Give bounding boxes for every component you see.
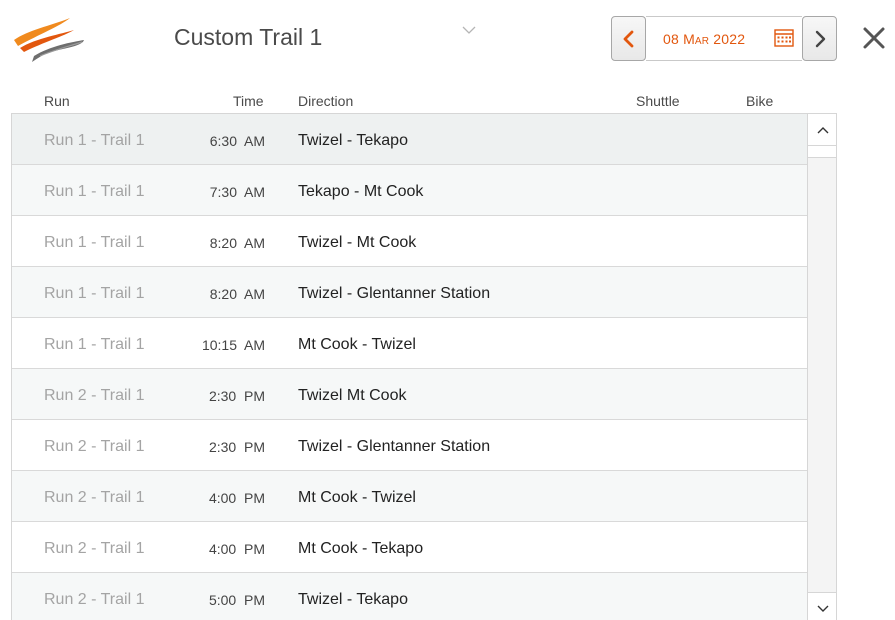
time-cell: 2:30 PM — [208, 388, 265, 404]
time-cell: 8:20 AM — [209, 286, 265, 302]
close-icon[interactable] — [862, 26, 886, 50]
run-cell: Run 1 - Trail 1 — [44, 285, 145, 302]
direction-cell: Twizel - Tekapo — [298, 132, 408, 149]
direction-cell: Twizel - Glentanner Station — [298, 438, 491, 455]
direction-cell: Twizel - Mt Cook — [298, 234, 417, 251]
table-row[interactable]: Run 1 - Trail 1 8:20 AM Twizel - Glentanne… — [12, 267, 807, 318]
direction-cell: Tekapo - Mt Cook — [298, 183, 424, 200]
column-header-shuttle[interactable]: Shuttle — [636, 93, 680, 109]
time-cell: 4:00 PM — [208, 541, 265, 557]
chevron-down-icon — [817, 605, 828, 612]
direction-cell: Twizel - Glentanner Station — [298, 285, 491, 302]
table-row[interactable]: Run 2 - Trail 1 4:00 PM Mt Cook - Tekapo — [12, 522, 807, 573]
calendar-icon[interactable] — [774, 29, 794, 47]
run-cell: Run 1 - Trail 1 — [44, 132, 145, 149]
column-header-run[interactable]: Run — [44, 93, 70, 109]
vertical-scrollbar[interactable] — [807, 114, 836, 620]
swoosh-logo — [14, 18, 84, 62]
scroll-down-button[interactable] — [808, 592, 836, 620]
time-cell: 2:30 PM — [208, 439, 265, 455]
table-row[interactable]: Run 2 - Trail 1 5:00 PM Twizel - Tekapo — [12, 573, 807, 620]
run-cell: Run 1 - Trail 1 — [44, 183, 145, 200]
direction-cell: Twizel Mt Cook — [298, 387, 407, 404]
table-row[interactable]: Run 1 - Trail 1 8:20 AM Twizel - Mt Cook — [12, 216, 807, 267]
date-value: 08 Mar 2022 — [663, 31, 746, 47]
table-row[interactable]: Run 1 - Trail 1 10:15 AM Mt Cook - Twizel — [12, 318, 807, 369]
direction-cell: Mt Cook - Twizel — [298, 336, 416, 353]
scroll-thumb[interactable] — [808, 146, 836, 158]
trips-grid: Run 1 - Trail 1 6:30 AM Twizel - Tekapo Run… — [11, 113, 837, 620]
column-header-bike[interactable]: Bike — [746, 93, 773, 109]
chevron-right-icon — [815, 30, 825, 47]
chevron-down-icon[interactable] — [461, 24, 477, 36]
page-title: Custom Trail 1 — [174, 24, 323, 50]
direction-cell: Twizel - Tekapo — [298, 591, 408, 608]
direction-cell: Mt Cook - Twizel — [298, 489, 416, 506]
time-cell: 8:20 AM — [209, 235, 265, 251]
chevron-up-icon — [817, 126, 828, 133]
column-header-time[interactable]: Time — [233, 93, 264, 109]
trips-list: Run 1 - Trail 1 6:30 AM Twizel - Tekapo Run… — [12, 114, 807, 620]
time-cell: 6:30 AM — [209, 133, 265, 149]
column-header-row: Run Time Direction Shuttle Bike — [0, 92, 895, 112]
table-row[interactable]: Run 2 - Trail 1 2:30 PM Twizel Mt Cook — [12, 369, 807, 420]
direction-cell: Mt Cook - Tekapo — [298, 540, 424, 557]
previous-date-button[interactable] — [611, 16, 646, 61]
chevron-left-icon — [623, 30, 633, 47]
date-navigator: 08 Mar 2022 — [611, 16, 838, 61]
run-cell: Run 2 - Trail 1 — [44, 591, 145, 608]
time-cell: 4:00 PM — [208, 490, 265, 506]
next-date-button[interactable] — [802, 16, 837, 61]
time-cell: 5:00 PM — [208, 592, 265, 608]
column-header-direction[interactable]: Direction — [298, 93, 353, 109]
table-row[interactable]: Run 1 - Trail 1 7:30 AM Tekapo - Mt Cook — [12, 165, 807, 216]
date-field[interactable]: 08 Mar 2022 — [646, 16, 802, 61]
time-cell: 10:15 AM — [201, 337, 265, 353]
run-cell: Run 2 - Trail 1 — [44, 387, 145, 404]
run-cell: Run 2 - Trail 1 — [44, 438, 145, 455]
time-cell: 7:30 AM — [209, 184, 265, 200]
run-cell: Run 1 - Trail 1 — [44, 336, 145, 353]
run-cell: Run 1 - Trail 1 — [44, 234, 145, 251]
run-cell: Run 2 - Trail 1 — [44, 540, 145, 557]
table-row[interactable]: Run 1 - Trail 1 6:30 AM Twizel - Tekapo — [12, 114, 807, 165]
scroll-up-button[interactable] — [808, 114, 836, 146]
run-cell: Run 2 - Trail 1 — [44, 489, 145, 506]
table-row[interactable]: Run 2 - Trail 1 4:00 PM Mt Cook - Twizel — [12, 471, 807, 522]
table-row[interactable]: Run 2 - Trail 1 2:30 PM Twizel - Glentanne… — [12, 420, 807, 471]
